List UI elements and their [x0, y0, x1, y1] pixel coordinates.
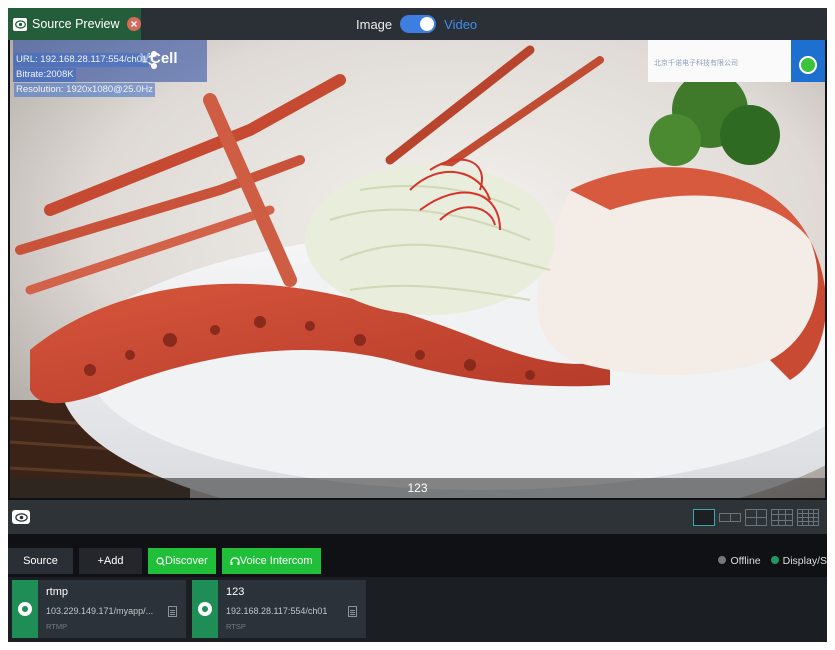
stream-bitrate: Bitrate:2008K — [14, 68, 76, 82]
layout-4x4-button[interactable] — [797, 509, 819, 526]
mode-video-label[interactable]: Video — [444, 17, 477, 32]
details-icon[interactable] — [348, 606, 357, 617]
camera-icon — [198, 602, 212, 616]
source-card[interactable]: 123 192.168.28.117:554/ch01 RTSP — [192, 580, 366, 638]
source-protocol: RTMP — [46, 622, 68, 631]
app-window: Source Preview Image Video VCell URL: 19… — [8, 8, 827, 642]
stream-url: URL: 192.168.28.117:554/ch01 — [14, 53, 150, 67]
mode-image-label[interactable]: Image — [356, 17, 392, 32]
source-address: 103.229.149.171/myapp/... — [46, 606, 154, 616]
preview-image — [10, 40, 825, 498]
source-address: 192.168.28.117:554/ch01 — [226, 606, 328, 616]
voice-intercom-button[interactable]: Voice Intercom — [221, 548, 321, 574]
video-preview[interactable]: VCell URL: 192.168.28.117:554/ch01 Bitra… — [10, 40, 825, 498]
brand-panel: 北京千诺电子科技有限公司 — [648, 40, 806, 82]
layout-1x2-button[interactable] — [719, 513, 741, 522]
close-icon[interactable] — [126, 17, 141, 31]
view-toolbar — [8, 500, 827, 534]
source-card-strip — [12, 580, 38, 638]
stream-info-overlay: URL: 192.168.28.117:554/ch01 Bitrate:200… — [14, 53, 155, 98]
display-dot — [770, 556, 779, 564]
top-bar: Source Preview Image Video — [8, 8, 827, 40]
search-icon — [156, 556, 165, 566]
source-toolbar: Source +Add Discover Voice Intercom Offl… — [8, 546, 827, 576]
voice-intercom-label: Voice Intercom — [239, 555, 313, 567]
source-protocol: RTSP — [226, 622, 246, 631]
details-icon[interactable] — [168, 606, 177, 617]
live-status-dot — [799, 56, 817, 74]
source-name: rtmp — [46, 586, 68, 598]
preview-caption: 123 — [10, 478, 825, 498]
layout-2x2-button[interactable] — [745, 509, 767, 526]
source-name: 123 — [226, 586, 245, 598]
status-legend: Offline Display/S — [718, 546, 827, 576]
toggle-knob — [420, 17, 435, 31]
preview-eye-icon[interactable] — [12, 510, 30, 524]
add-source-button[interactable]: +Add — [79, 548, 142, 574]
source-card-strip — [192, 580, 218, 638]
layout-switcher — [693, 509, 819, 526]
offline-dot — [718, 556, 727, 564]
layout-3x3-button[interactable] — [771, 509, 793, 526]
layout-1x1-button[interactable] — [693, 509, 715, 526]
mode-toggle[interactable] — [400, 15, 437, 33]
tab-source-preview-label: Source Preview — [32, 17, 120, 31]
legend-display: Display/S — [770, 555, 827, 567]
headset-icon — [230, 556, 240, 565]
brand-text: 北京千诺电子科技有限公司 — [654, 60, 738, 67]
eye-icon — [13, 17, 27, 31]
discover-button[interactable]: Discover — [148, 548, 216, 574]
camera-icon — [18, 602, 32, 616]
source-card[interactable]: rtmp 103.229.149.171/myapp/... RTMP — [12, 580, 186, 638]
legend-display-label: Display/S — [782, 555, 827, 567]
mode-switch-group: Image Video — [356, 8, 477, 40]
legend-offline: Offline — [718, 555, 761, 567]
tab-source-preview[interactable]: Source Preview — [8, 8, 141, 40]
discover-label: Discover — [165, 555, 208, 567]
legend-offline-label: Offline — [730, 555, 761, 567]
stream-resolution: Resolution: 1920x1080@25.0Hz — [14, 83, 155, 97]
source-list: rtmp 103.229.149.171/myapp/... RTMP 123 … — [8, 577, 827, 642]
source-tab-button[interactable]: Source — [8, 548, 73, 574]
